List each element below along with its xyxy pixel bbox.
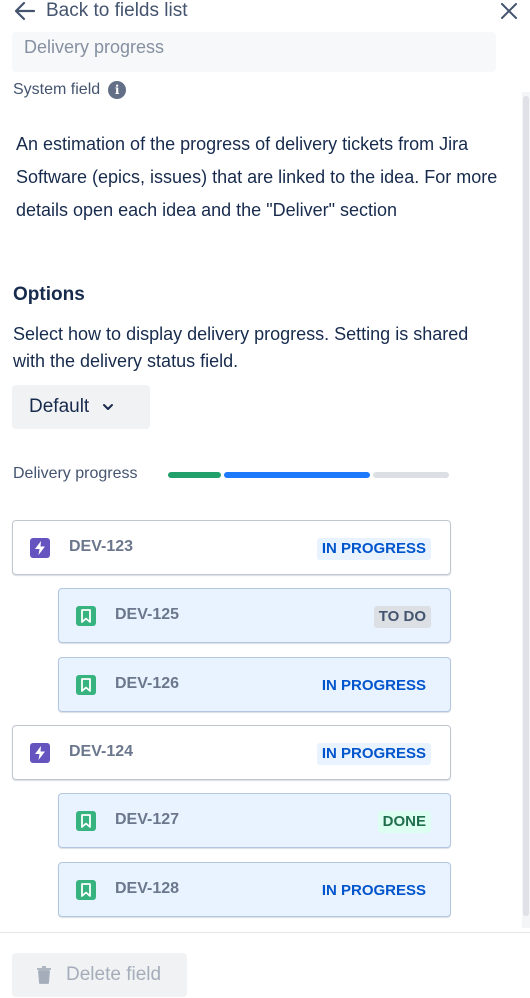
arrow-left-icon xyxy=(14,1,36,21)
ticket-key[interactable]: DEV-128 xyxy=(115,880,179,898)
chevron-down-icon xyxy=(103,404,114,410)
ticket-card[interactable]: DEV-124 IN PROGRESS xyxy=(12,725,451,780)
footer-divider xyxy=(0,932,530,933)
ticket-key[interactable]: DEV-125 xyxy=(115,606,179,624)
lightning-icon xyxy=(30,743,50,763)
field-name-input[interactable]: Delivery progress xyxy=(12,32,496,72)
status-lozenge: IN PROGRESS xyxy=(321,677,426,694)
bookmark-icon xyxy=(76,880,96,900)
status-lozenge: IN PROGRESS xyxy=(321,882,426,899)
ticket-key[interactable]: DEV-126 xyxy=(115,675,179,693)
field-description: An estimation of the progress of deliver… xyxy=(16,134,498,220)
delivery-progress-bar xyxy=(168,472,450,478)
scrollbar-thumb[interactable] xyxy=(523,96,529,916)
display-mode-value: Default xyxy=(29,396,90,417)
ticket-key[interactable]: DEV-124 xyxy=(69,743,133,761)
close-icon[interactable] xyxy=(498,0,520,22)
lightning-icon xyxy=(30,538,50,558)
progress-inprogress-segment xyxy=(224,472,370,478)
ticket-card[interactable]: DEV-128 IN PROGRESS xyxy=(58,862,451,917)
status-lozenge: DONE xyxy=(377,811,431,833)
display-mode-dropdown[interactable]: Default xyxy=(12,385,150,429)
progress-done-segment xyxy=(168,472,221,478)
ticket-key[interactable]: DEV-127 xyxy=(115,811,179,829)
status-lozenge: TO DO xyxy=(373,606,431,628)
system-field-label: System field i xyxy=(13,81,127,99)
panel-header: Back to fields list xyxy=(0,0,530,26)
delete-field-button[interactable]: Delete field xyxy=(12,953,187,997)
delete-field-label: Delete field xyxy=(66,964,162,985)
ticket-card[interactable]: DEV-127 DONE xyxy=(58,793,451,848)
ticket-card[interactable]: DEV-123 IN PROGRESS xyxy=(12,520,451,575)
options-description: Select how to display delivery progress.… xyxy=(13,324,469,371)
info-icon[interactable]: i xyxy=(108,81,127,99)
back-to-fields-link[interactable]: Back to fields list xyxy=(14,0,188,22)
back-label: Back to fields list xyxy=(46,0,188,21)
ticket-key[interactable]: DEV-123 xyxy=(69,538,133,556)
status-lozenge: IN PROGRESS xyxy=(316,538,431,560)
bookmark-icon xyxy=(76,675,96,695)
delivery-progress-label: Delivery progress xyxy=(13,465,138,482)
scrollbar[interactable] xyxy=(522,92,530,928)
bookmark-icon xyxy=(76,606,96,626)
ticket-card[interactable]: DEV-125 TO DO xyxy=(58,588,451,643)
status-lozenge: IN PROGRESS xyxy=(316,743,431,765)
progress-todo-segment xyxy=(373,472,449,478)
system-field-text: System field xyxy=(13,81,101,98)
ticket-card[interactable]: DEV-126 IN PROGRESS xyxy=(58,657,451,712)
trash-icon xyxy=(37,966,51,984)
options-heading: Options xyxy=(13,284,85,305)
bookmark-icon xyxy=(76,811,96,831)
